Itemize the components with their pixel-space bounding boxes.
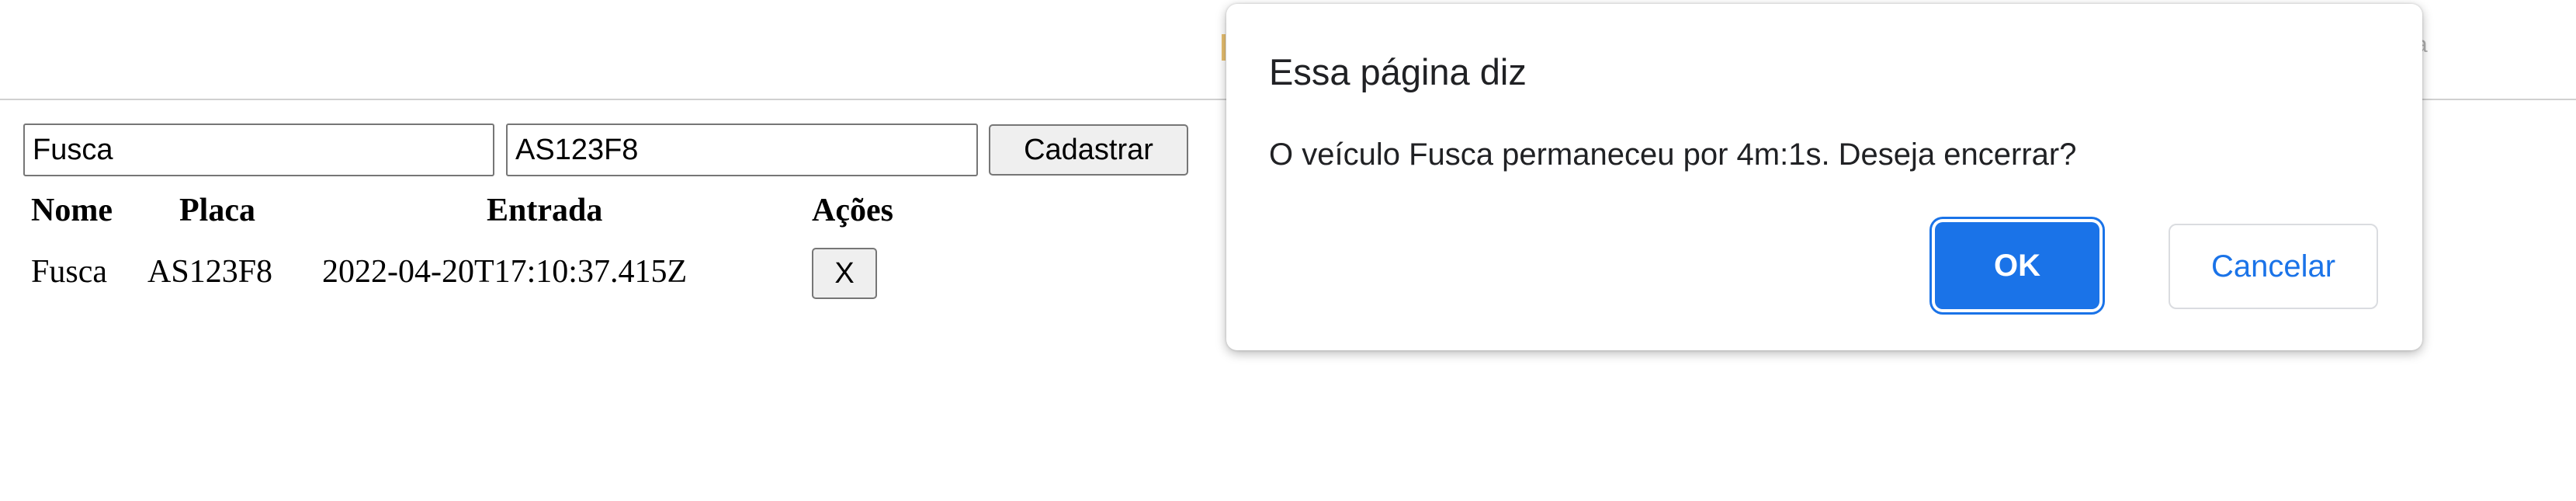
ok-button[interactable]: OK <box>1935 222 2099 309</box>
column-header-placa: Placa <box>179 193 255 228</box>
column-header-entrada: Entrada <box>487 193 603 228</box>
nome-input[interactable] <box>23 124 494 176</box>
confirm-dialog: Essa página diz O veículo Fusca permanec… <box>1226 4 2422 350</box>
cadastrar-button[interactable]: Cadastrar <box>989 124 1188 176</box>
column-header-nome: Nome <box>31 193 113 228</box>
placa-input[interactable] <box>506 124 978 176</box>
cell-nome: Fusca <box>31 254 107 290</box>
remove-vehicle-button[interactable]: X <box>812 248 877 299</box>
column-header-acoes: Ações <box>812 193 893 228</box>
cell-entrada: 2022-04-20T17:10:37.415Z <box>322 254 688 290</box>
cancel-button[interactable]: Cancelar <box>2169 224 2378 309</box>
background-page-fragment <box>1222 34 1226 61</box>
cell-placa: AS123F8 <box>147 254 273 290</box>
dialog-title: Essa página diz <box>1269 51 1527 92</box>
dialog-message: O veículo Fusca permaneceu por 4m:1s. De… <box>1269 137 2077 172</box>
